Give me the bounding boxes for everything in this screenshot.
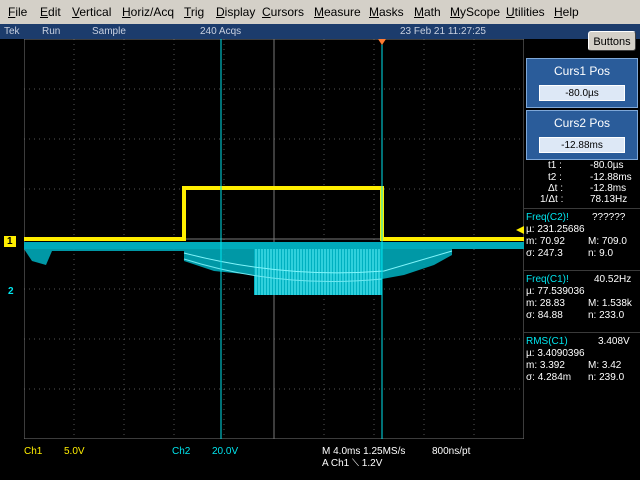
buttons-button[interactable]: Buttons (588, 31, 636, 51)
measurement-count: n: 233.0 (588, 310, 625, 321)
menu-file[interactable]: File (8, 5, 27, 19)
ch1-scale[interactable]: 5.0V (64, 446, 85, 457)
menu-measure[interactable]: Measure (314, 5, 361, 19)
inverse-delta-t-label: 1/Δt : (540, 194, 564, 205)
timebase-readout[interactable]: M 4.0ms 1.25MS/s (322, 446, 405, 457)
separator (524, 332, 640, 333)
measurement-min: m: 28.83 (526, 298, 565, 309)
acquisition-count: 240 Acqs (200, 26, 242, 37)
menu-myscope[interactable]: MyScope (450, 5, 500, 19)
measurement-min: m: 3.392 (526, 360, 565, 371)
measurement-stddev: σ: 4.284m (526, 372, 572, 383)
t1-value: -80.0µs (590, 160, 624, 171)
menu-utilities[interactable]: Utilities (506, 5, 545, 19)
measurement-name: Freq(C2)! (526, 212, 569, 223)
measurement-stddev: σ: 247.3 (526, 248, 563, 259)
measurement-freq-c2[interactable]: Freq(C2)! ?????? µ: 231.25686 m: 70.92 M… (524, 212, 640, 268)
cursor2-position-box[interactable]: Curs2 Pos -12.88ms (526, 110, 638, 160)
delta-t-value: -12.8ms (590, 183, 627, 194)
measurement-count: n: 239.0 (588, 372, 625, 383)
menu-math[interactable]: Math (414, 5, 441, 19)
brand-label: Tek (4, 26, 20, 37)
measurement-stddev: σ: 84.88 (526, 310, 563, 321)
menu-bar: File Edit Vertical Horiz/Acq Trig Displa… (0, 0, 640, 25)
run-state: Run (42, 26, 61, 37)
menu-display[interactable]: Display (216, 5, 255, 19)
measurement-value: 40.52Hz (594, 274, 632, 285)
measurement-value: ?????? (592, 212, 626, 223)
measurement-min: m: 70.92 (526, 236, 565, 247)
side-panel: Curs1 Pos -80.0µs Curs2 Pos -12.88ms t1 … (524, 56, 640, 440)
menu-horiz-acq[interactable]: Horiz/Acq (122, 5, 174, 19)
separator (524, 208, 640, 209)
cursor1-position-label: Curs1 Pos (553, 64, 611, 78)
measurement-max: M: 1.538k (588, 298, 632, 309)
ch1-reference-marker[interactable]: 1 (4, 236, 16, 247)
measurement-name: Freq(C1)! (526, 274, 569, 285)
cursor1-position-value[interactable]: -80.0µs (539, 85, 625, 101)
menu-help[interactable]: Help (554, 5, 579, 19)
measurement-max: M: 3.42 (588, 360, 622, 371)
ch1-label[interactable]: Ch1 (24, 446, 42, 457)
waveform-display (24, 39, 524, 439)
measurement-rms-c1[interactable]: RMS(C1) 3.408V µ: 3.4090396 m: 3.392 M: … (524, 336, 640, 392)
bottom-status: Ch1 5.0V Ch2 20.0V M 4.0ms 1.25MS/s 800n… (0, 440, 640, 480)
menu-trig[interactable]: Trig (184, 5, 204, 19)
delta-t-label: Δt : (548, 183, 564, 194)
ch2-label[interactable]: Ch2 (172, 446, 190, 457)
status-bar: Tek Run Sample 240 Acqs 23 Feb 21 11:27:… (0, 24, 640, 39)
t2-label: t2 : (548, 172, 562, 183)
measurement-freq-c1[interactable]: Freq(C1)! 40.52Hz µ: 77.539036 m: 28.83 … (524, 274, 640, 330)
separator (524, 270, 640, 271)
menu-edit[interactable]: Edit (40, 5, 61, 19)
date-time: 23 Feb 21 11:27:25 (400, 26, 486, 37)
measurement-name: RMS(C1) (526, 336, 568, 347)
inverse-delta-t-value: 78.13Hz (590, 194, 628, 205)
measurement-count: n: 9.0 (588, 248, 614, 259)
measurement-mean: µ: 231.25686 (526, 224, 585, 235)
acquisition-mode: Sample (92, 26, 126, 37)
t2-value: -12.88ms (590, 172, 632, 183)
measurement-mean: µ: 3.4090396 (526, 348, 585, 359)
measurement-value: 3.408V (598, 336, 630, 347)
trigger-readout[interactable]: A Ch1 ⟍ 1.2V (322, 458, 382, 469)
cursor2-position-value[interactable]: -12.88ms (539, 137, 625, 153)
menu-masks[interactable]: Masks (369, 5, 404, 19)
ch2-reference-marker[interactable]: 2 (8, 286, 14, 297)
t1-label: t1 : (548, 160, 562, 171)
measurement-mean: µ: 77.539036 (526, 286, 585, 297)
measurement-max: M: 709.0 (588, 236, 627, 247)
menu-vertical[interactable]: Vertical (72, 5, 111, 19)
menu-cursors[interactable]: Cursors (262, 5, 304, 19)
cursor2-position-label: Curs2 Pos (553, 116, 611, 130)
cursor1-position-box[interactable]: Curs1 Pos -80.0µs (526, 58, 638, 108)
ch2-scale[interactable]: 20.0V (212, 446, 238, 457)
record-resolution: 800ns/pt (432, 446, 471, 457)
